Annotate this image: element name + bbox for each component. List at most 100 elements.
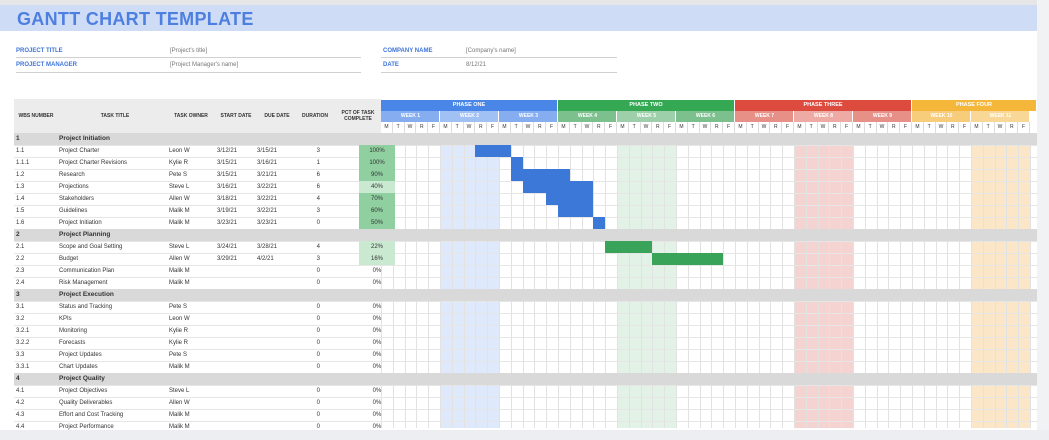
gantt-bar[interactable] (558, 205, 594, 217)
task-row[interactable]: 1.1 Project Charter Leon W 3/12/21 3/15/21 3 1… (14, 145, 1037, 157)
task-title-cell: Budget (59, 256, 79, 262)
project-manager-field[interactable]: [Project Manager's name] (170, 62, 238, 68)
due-date-cell (257, 277, 297, 289)
section-row[interactable]: 3 Project Execution (14, 289, 1037, 301)
divider (16, 72, 361, 73)
wbs-number-cell: 2.2 (16, 256, 25, 262)
due-date-cell (257, 421, 297, 430)
task-row[interactable]: 1.1.1 Project Charter Revisions Kylie R 3/1… (14, 157, 1037, 169)
gantt-bar[interactable] (475, 145, 511, 157)
task-title-cell: Project Charter (59, 148, 100, 154)
gantt-bar[interactable] (652, 253, 724, 265)
day-header: W (758, 122, 771, 133)
wbs-number-cell: 3.2.2 (16, 340, 30, 346)
start-date-cell: 3/15/21 (217, 160, 238, 166)
day-header: R (888, 122, 901, 133)
task-owner-header: TASK OWNER (174, 113, 208, 119)
day-header: W (640, 122, 653, 133)
day-header: W (994, 122, 1007, 133)
gantt-bar[interactable] (605, 241, 653, 253)
wbs-number-cell: 2.4 (16, 280, 25, 286)
wbs-number-cell: 2 (16, 231, 20, 238)
task-row[interactable]: 3.2.1 Monitoring Kylie R 0 0% (14, 325, 1037, 337)
section-row[interactable]: 1 Project Initiation (14, 133, 1037, 145)
date-field[interactable]: 8/12/21 (466, 62, 486, 68)
task-row[interactable]: 2.3 Communication Plan Malik M 0 0% (14, 265, 1037, 277)
task-row[interactable]: 2.1 Scope and Goal Setting Steve L 3/24/21 3… (14, 241, 1037, 253)
duration-cell: 0 (316, 328, 320, 334)
week-label: WEEK 7 (754, 113, 775, 119)
gantt-bar[interactable] (510, 169, 570, 181)
task-title-cell: Communication Plan (59, 268, 115, 274)
day-header: T (687, 122, 700, 133)
task-row[interactable]: 3.2.2 Forecasts Kylie R 0 0% (14, 337, 1037, 349)
company-name-label: COMPANY NAME (383, 48, 433, 54)
wbs-number-header: WBS NUMBER (18, 113, 54, 119)
wbs-number-cell: 1 (16, 135, 20, 142)
week-label: WEEK 5 (636, 113, 657, 119)
day-header: R (711, 122, 724, 133)
company-name-field[interactable]: [Company's name] (466, 48, 516, 54)
task-title-cell: Project Planning (59, 231, 111, 238)
project-title-field[interactable]: [Project's title] (170, 48, 207, 54)
task-title-cell: Project Performance (59, 424, 114, 430)
week-header: WEEK 7 (735, 111, 793, 122)
task-row[interactable]: 4.2 Quality Deliverables Allen W 0 0% (14, 397, 1037, 409)
task-row[interactable]: 4.1 Project Objectives Steve L 0 0% (14, 385, 1037, 397)
task-owner-cell: Pete S (169, 352, 188, 358)
due-date-cell: 3/23/21 (257, 220, 278, 226)
task-row[interactable]: 1.6 Project Initiation Malik M 3/23/21 3/23/… (14, 217, 1037, 229)
day-header: M (676, 122, 688, 133)
task-title-cell: Project Objectives (59, 388, 108, 394)
week-label: WEEK 11 (989, 113, 1012, 119)
task-row[interactable]: 4.3 Effort and Cost Tracking Malik M 0 0% (14, 409, 1037, 421)
week-label: WEEK 10 (930, 113, 953, 119)
gantt-bar[interactable] (522, 181, 594, 193)
task-owner-cell: Malik M (169, 220, 190, 226)
window-bottom-edge (0, 430, 1049, 440)
wbs-number-cell: 2.3 (16, 268, 25, 274)
task-title-cell: Status and Tracking (59, 304, 113, 310)
day-header: T (451, 122, 464, 133)
task-row[interactable]: 4.4 Project Performance Malik M 0 0% (14, 421, 1037, 430)
task-row[interactable]: 3.2 KPIs Leon W 0 0% (14, 313, 1037, 325)
day-header: F (605, 122, 617, 133)
pct-complete-cell: 0% (372, 340, 382, 346)
due-date-cell: 3/21/21 (257, 172, 278, 178)
task-row[interactable]: 2.2 Budget Allen W 3/29/21 4/2/21 3 16% (14, 253, 1037, 265)
phase-header: PHASE ONE (381, 100, 557, 111)
wbs-number-cell: 4.4 (16, 424, 25, 430)
due-date-cell: 3/22/21 (257, 208, 278, 214)
wbs-number-cell: 3.1 (16, 304, 25, 310)
wbs-number-cell: 4.3 (16, 412, 25, 418)
due-date-cell (257, 337, 297, 349)
task-row[interactable]: 3.1 Status and Tracking Pete S 0 0% (14, 301, 1037, 313)
phase-header: PHASE THREE (735, 100, 911, 111)
task-owner-cell: Pete S (169, 304, 188, 310)
gantt-bar[interactable] (546, 193, 594, 205)
task-owner-cell: Allen W (169, 256, 190, 262)
task-row[interactable]: 3.3 Project Updates Pete S 0 0% (14, 349, 1037, 361)
divider (16, 57, 361, 58)
start-date-cell (217, 301, 257, 313)
task-row[interactable]: 3.3.1 Chart Updates Malik M 0 0% (14, 361, 1037, 373)
duration-cell: 0 (316, 388, 320, 394)
project-title-label: PROJECT TITLE (16, 48, 63, 54)
wbs-number-cell: 1.1 (16, 148, 25, 154)
day-header: W (817, 122, 830, 133)
gantt-bar[interactable] (510, 157, 523, 169)
start-date-cell (217, 385, 257, 397)
section-row[interactable]: 2 Project Planning (14, 229, 1037, 241)
wbs-number-cell: 3.3.1 (16, 364, 30, 370)
day-header: R (652, 122, 665, 133)
week-header: WEEK 4 (558, 111, 616, 122)
task-row[interactable]: 1.4 Stakeholders Allen W 3/18/21 3/22/21 4 70% (14, 193, 1037, 205)
wbs-number-cell: 2.1 (16, 244, 25, 250)
week-header: WEEK 8 (794, 111, 852, 122)
section-row[interactable]: 4 Project Quality (14, 373, 1037, 385)
pct-complete-header: PCT OF TASK COMPLETE (335, 110, 381, 122)
task-row[interactable]: 2.4 Risk Management Malik M 0 0% (14, 277, 1037, 289)
pct-header-line-2: COMPLETE (344, 116, 372, 122)
gantt-bar[interactable] (593, 217, 606, 229)
task-row[interactable]: 1.5 Guidelines Malik M 3/19/21 3/22/21 3 60% (14, 205, 1037, 217)
